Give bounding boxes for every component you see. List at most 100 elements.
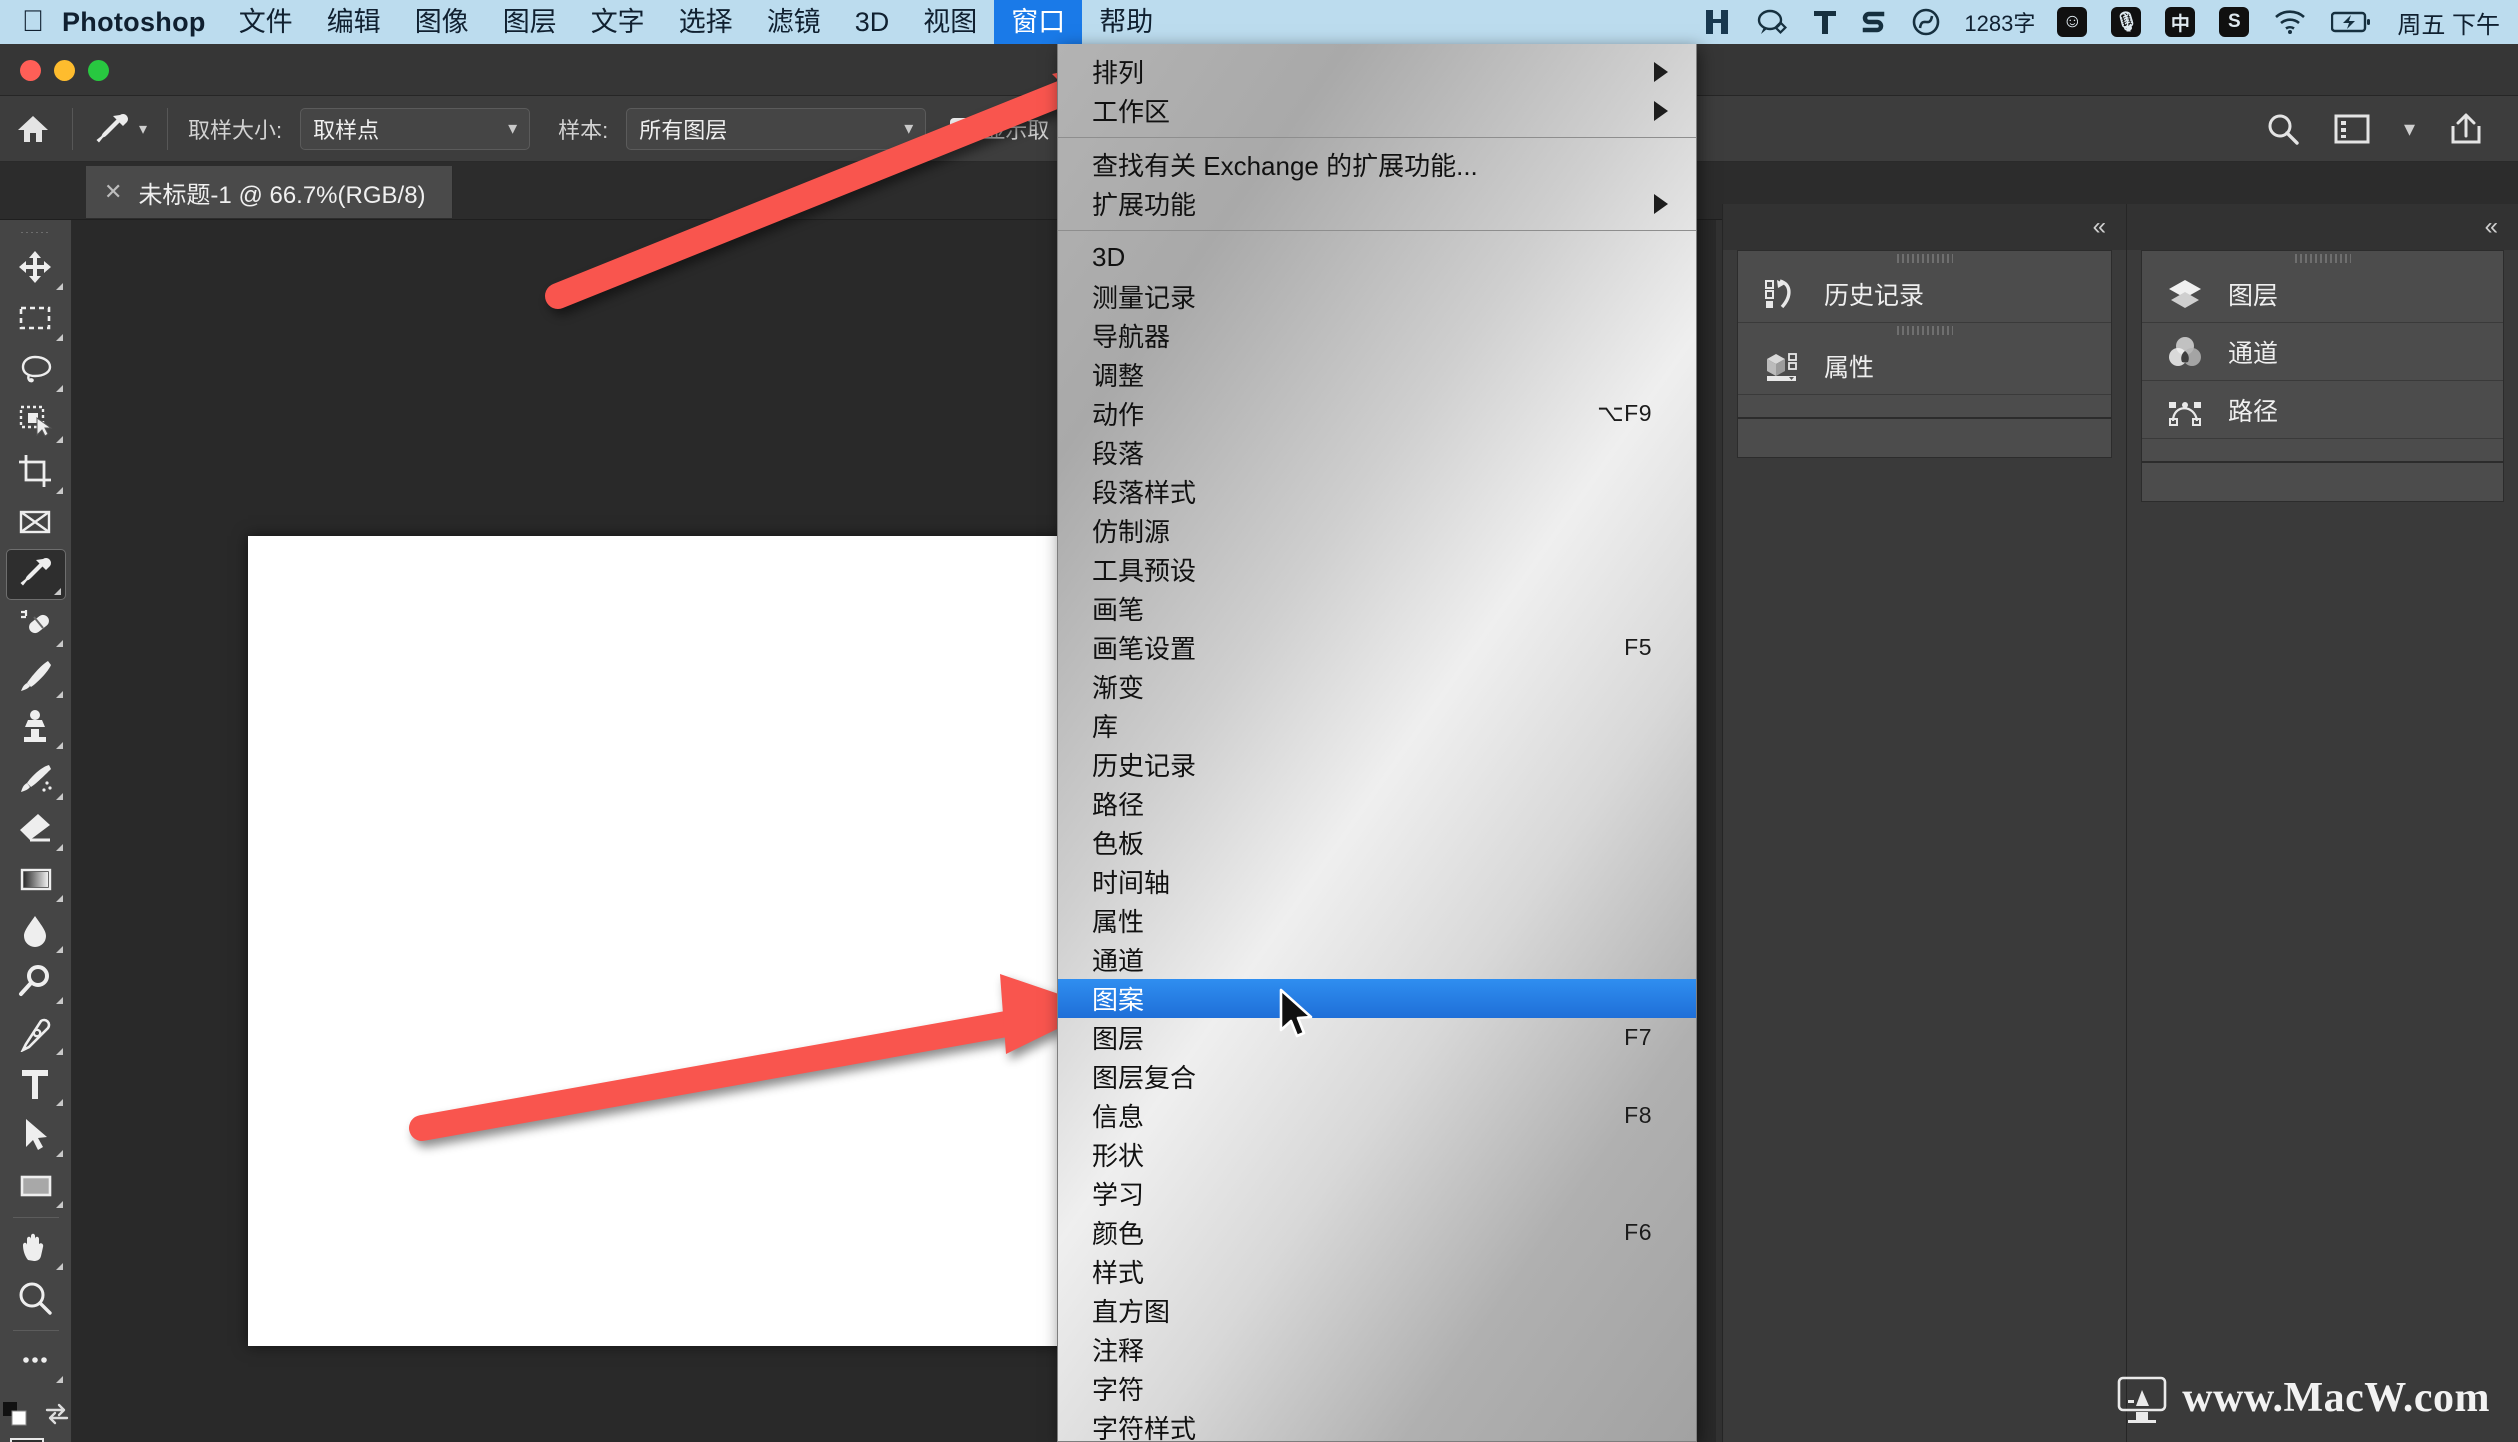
menu-item-渐变[interactable]: 渐变: [1058, 667, 1696, 706]
move-tool[interactable]: [5, 243, 67, 294]
menu-item-查找有关 Exchange 的扩展功能...[interactable]: 查找有关 Exchange 的扩展功能...: [1058, 145, 1696, 184]
panel-item-通道[interactable]: 通道: [2142, 323, 2503, 381]
tool-flyout-indicator[interactable]: [55, 384, 63, 392]
menu-item-样式[interactable]: 样式: [1058, 1252, 1696, 1291]
menu-item-画笔[interactable]: 画笔: [1058, 589, 1696, 628]
menu-item-工作区[interactable]: 工作区: [1058, 91, 1696, 130]
tool-flyout-indicator[interactable]: [55, 945, 63, 953]
panel-item-路径[interactable]: 路径: [2142, 381, 2503, 439]
tool-flyout-indicator[interactable]: [55, 1149, 63, 1157]
tool-flyout-indicator[interactable]: [55, 435, 63, 443]
home-icon[interactable]: [0, 113, 66, 145]
gradient-tool[interactable]: [5, 855, 67, 906]
panel-item-属性[interactable]: 属性: [1738, 337, 2111, 395]
menu-item-历史记录[interactable]: 历史记录: [1058, 745, 1696, 784]
tool-flyout-indicator[interactable]: [55, 282, 63, 290]
macmenu-item-2[interactable]: 图像: [398, 0, 486, 44]
menu-item-段落样式[interactable]: 段落样式: [1058, 472, 1696, 511]
ime-chinese-icon[interactable]: 中: [2153, 0, 2207, 44]
minimize-button[interactable]: [54, 60, 75, 81]
tool-flyout-indicator[interactable]: [55, 1098, 63, 1106]
menu-item-测量记录[interactable]: 测量记录: [1058, 277, 1696, 316]
macmenu-item-0[interactable]: 文件: [222, 0, 310, 44]
menu-item-段落[interactable]: 段落: [1058, 433, 1696, 472]
macmenu-item-1[interactable]: 编辑: [310, 0, 398, 44]
share-icon[interactable]: [2432, 112, 2500, 146]
macmenu-item-9[interactable]: 窗口: [994, 0, 1083, 44]
apple-logo-icon[interactable]: : [0, 5, 52, 39]
close-button[interactable]: [20, 60, 41, 81]
path-selection-tool[interactable]: [5, 1110, 67, 1161]
tool-flyout-indicator[interactable]: [55, 1375, 63, 1383]
history-brush-tool[interactable]: [5, 753, 67, 804]
menu-item-图案[interactable]: 图案: [1058, 979, 1696, 1018]
panel-grip[interactable]: [20, 232, 51, 233]
menu-item-直方图[interactable]: 直方图: [1058, 1291, 1696, 1330]
zoom-button[interactable]: [88, 60, 109, 81]
menu-item-字符[interactable]: 字符: [1058, 1369, 1696, 1408]
hand-tool[interactable]: [5, 1223, 67, 1274]
brush-tool[interactable]: [5, 651, 67, 702]
panel-item-图层[interactable]: 图层: [2142, 265, 2503, 323]
dodge-tool[interactable]: [5, 957, 67, 1008]
menu-item-路径[interactable]: 路径: [1058, 784, 1696, 823]
panel-grip[interactable]: [1738, 323, 2111, 337]
close-icon[interactable]: ✕: [104, 179, 122, 205]
panel-item-历史记录[interactable]: 历史记录: [1738, 265, 2111, 323]
tool-flyout-indicator[interactable]: [53, 587, 61, 595]
workspace-icon[interactable]: [2317, 114, 2387, 144]
cloud-sync-icon[interactable]: [1898, 0, 1954, 44]
wifi-icon[interactable]: [2261, 0, 2319, 44]
swap-colors-icon[interactable]: [44, 1401, 70, 1432]
edit-toolbar-tool[interactable]: [5, 1336, 67, 1387]
menu-item-学习[interactable]: 学习: [1058, 1174, 1696, 1213]
bartender-icon[interactable]: [1690, 0, 1744, 44]
menu-item-3D[interactable]: 3D: [1058, 238, 1696, 277]
tool-flyout-indicator[interactable]: [55, 1262, 63, 1270]
frame-tool[interactable]: [5, 498, 67, 549]
snipaste-s-icon[interactable]: [1850, 0, 1898, 44]
panel-grip[interactable]: [1738, 251, 2111, 265]
tool-flyout-indicator[interactable]: [55, 639, 63, 647]
tool-flyout-indicator[interactable]: [55, 1200, 63, 1208]
menu-item-时间轴[interactable]: 时间轴: [1058, 862, 1696, 901]
tool-flyout-indicator[interactable]: [55, 333, 63, 341]
document-canvas[interactable]: [248, 536, 1108, 1346]
menu-item-工具预设[interactable]: 工具预设: [1058, 550, 1696, 589]
macmenu-item-10[interactable]: 帮助: [1082, 0, 1170, 44]
menu-item-形状[interactable]: 形状: [1058, 1135, 1696, 1174]
spot-healing-brush-tool[interactable]: [5, 600, 67, 651]
tool-flyout-indicator[interactable]: [55, 741, 63, 749]
menu-item-库[interactable]: 库: [1058, 706, 1696, 745]
sample-size-select[interactable]: 取样点 ▾: [300, 107, 531, 150]
pen-tool[interactable]: [5, 1008, 67, 1059]
sample-select[interactable]: 所有图层 ▾: [626, 107, 927, 150]
eraser-tool[interactable]: [5, 804, 67, 855]
menu-item-图层复合[interactable]: 图层复合: [1058, 1057, 1696, 1096]
type-tool[interactable]: [5, 1059, 67, 1110]
battery-charging-icon[interactable]: [2319, 0, 2383, 44]
macmenu-item-3[interactable]: 图层: [486, 0, 574, 44]
zoom-tool[interactable]: [5, 1274, 67, 1325]
menu-item-动作[interactable]: 动作 ⌥F9: [1058, 394, 1696, 433]
menu-item-字符样式[interactable]: 字符样式: [1058, 1408, 1696, 1441]
macmenu-item-6[interactable]: 滤镜: [750, 0, 838, 44]
chevron-down-icon[interactable]: ▾: [139, 119, 147, 139]
tool-flyout-indicator[interactable]: [55, 996, 63, 1004]
tool-flyout-indicator[interactable]: [55, 690, 63, 698]
speech-bubble-icon[interactable]: [1744, 0, 1800, 44]
macmenu-item-4[interactable]: 文字: [574, 0, 662, 44]
panel-grip[interactable]: [2142, 251, 2503, 265]
microphone-icon[interactable]: 🎙: [2099, 0, 2153, 44]
default-colors-icon[interactable]: [2, 1401, 28, 1432]
menu-item-通道[interactable]: 通道: [1058, 940, 1696, 979]
rectangle-tool[interactable]: [5, 1161, 67, 1212]
clone-stamp-tool[interactable]: [5, 702, 67, 753]
menu-item-颜色[interactable]: 颜色 F6: [1058, 1213, 1696, 1252]
menu-item-排列[interactable]: 排列: [1058, 52, 1696, 91]
crop-tool[interactable]: [5, 447, 67, 498]
blur-tool[interactable]: [5, 906, 67, 957]
app-name-photoshop[interactable]: Photoshop: [52, 7, 222, 38]
tool-flyout-indicator[interactable]: [55, 843, 63, 851]
menu-item-色板[interactable]: 色板: [1058, 823, 1696, 862]
